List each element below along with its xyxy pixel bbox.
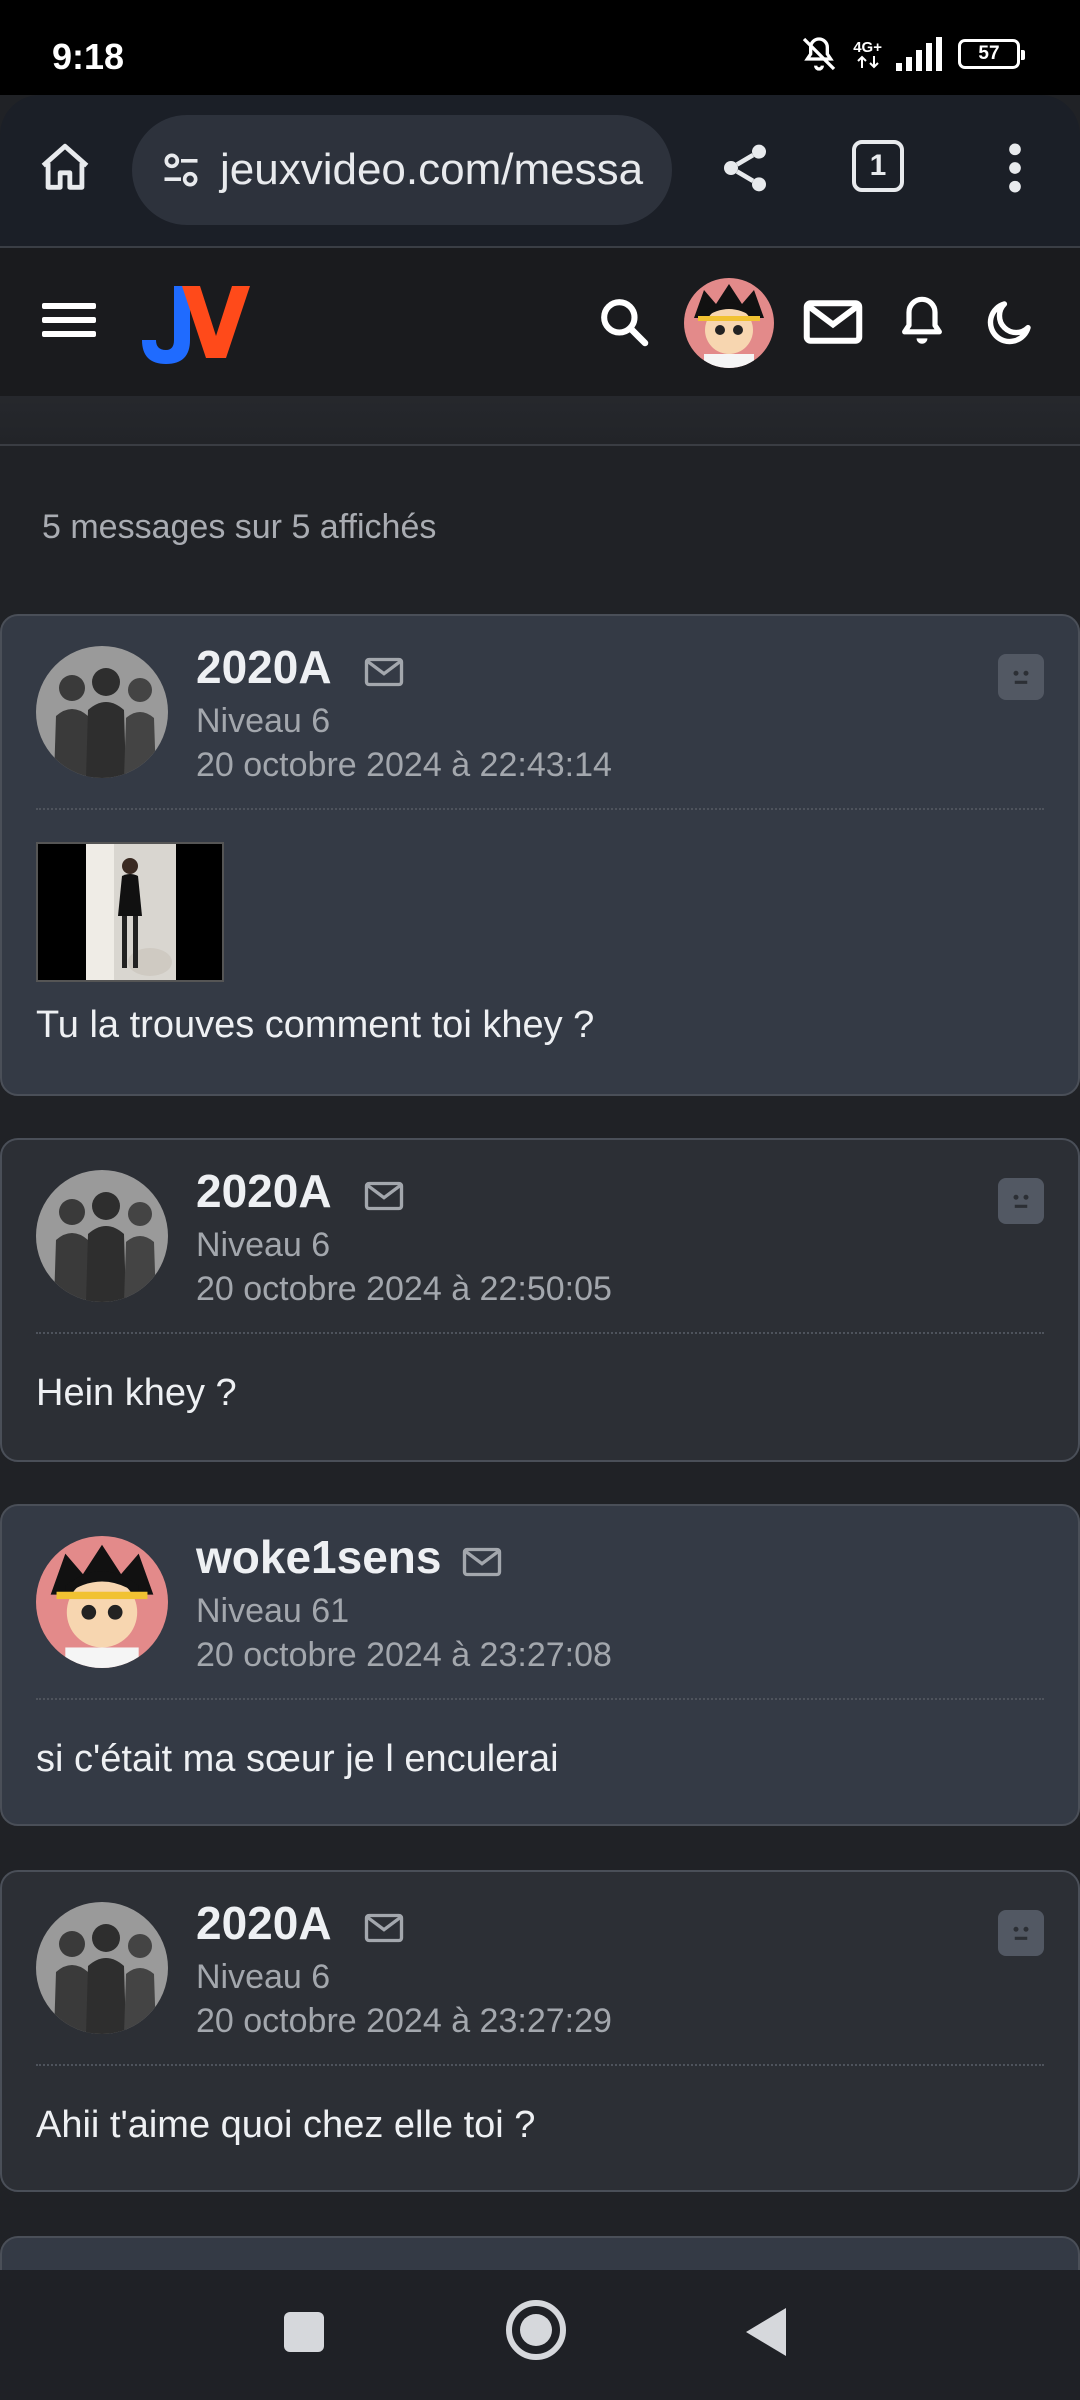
notifications-button[interactable] [890,288,954,354]
forum-post: 2020A Niveau 6 20 octobre 2024 à 22:43:1… [0,614,1080,1096]
network-type: 4G+ [853,38,882,56]
mute-bell-icon [803,37,836,71]
site-settings-icon [164,153,198,187]
photo-image [38,844,222,980]
post-author[interactable]: 2020A [196,1164,332,1218]
more-vert-icon [1009,143,1021,193]
messages-button[interactable] [800,290,866,354]
anime-avatar-image [36,1536,168,1668]
recents-button[interactable] [284,2312,324,2352]
home-nav-button[interactable] [506,2300,566,2360]
jv-logo[interactable] [132,278,252,368]
header-divider [0,396,1080,446]
status-bar: 9:18 4G+ 57 [0,0,1080,95]
mail-icon [803,300,863,344]
report-button[interactable] [998,1910,1044,1956]
system-navigation-bar [0,2270,1080,2400]
dark-mode-toggle[interactable] [978,290,1042,354]
mail-icon[interactable] [462,1546,502,1578]
mail-icon[interactable] [364,656,404,688]
browser-menu-button[interactable] [980,133,1050,203]
search-button[interactable] [592,290,656,354]
url-text: jeuxvideo.com/messa [220,145,644,194]
post-separator [36,808,1044,810]
avatar[interactable] [36,1170,168,1302]
share-icon [724,144,766,192]
address-bar[interactable]: jeuxvideo.com/messa [132,115,672,225]
mail-icon[interactable] [364,1912,404,1944]
post-author[interactable]: woke1sens [196,1530,441,1584]
home-button[interactable] [30,133,100,203]
post-separator [36,1332,1044,1334]
report-icon [1013,1926,1029,1940]
hamburger-menu-button[interactable] [42,298,96,342]
status-icons: 4G+ 57 [799,34,1025,74]
post-date[interactable]: 20 octobre 2024 à 22:50:05 [196,1270,612,1309]
post-author-level: Niveau 61 [196,1592,350,1630]
data-arrows-icon [856,55,879,68]
avatar[interactable] [36,1536,168,1668]
site-header [0,248,1080,396]
battery-level: 57 [978,43,1000,64]
post-author-level: Niveau 6 [196,702,331,740]
post-author-level: Niveau 6 [196,1958,331,1996]
avatar[interactable] [36,1902,168,2034]
silhouettes-avatar-image [36,646,168,778]
post-image-thumbnail[interactable] [36,842,224,982]
signal-icon [896,37,942,71]
bell-icon [902,296,942,344]
post-date[interactable]: 20 octobre 2024 à 22:43:14 [196,746,612,785]
home-icon [41,143,89,190]
report-button[interactable] [998,654,1044,700]
message-count: 5 messages sur 5 affichés [42,508,437,546]
post-date[interactable]: 20 octobre 2024 à 23:27:29 [196,2002,612,2041]
post-author[interactable]: 2020A [196,640,332,694]
post-separator [36,1698,1044,1700]
report-icon [1013,670,1029,684]
anime-avatar-image [684,278,774,368]
hamburger-line [42,303,96,309]
avatar[interactable] [36,646,168,778]
post-author[interactable]: 2020A [196,1896,332,1950]
tab-switcher-button[interactable]: 1 [852,140,904,192]
post-content: Tu la trouves comment toi khey ? [36,1004,595,1046]
hamburger-line [42,331,96,337]
home-nav-dot [520,2314,552,2346]
search-icon [601,299,649,347]
post-author-level: Niveau 6 [196,1226,331,1264]
site-settings-button[interactable] [156,145,206,195]
forum-post: 2020A Niveau 6 20 octobre 2024 à 22:50:0… [0,1138,1080,1462]
mail-icon[interactable] [364,1180,404,1212]
post-date[interactable]: 20 octobre 2024 à 23:27:08 [196,1636,612,1675]
report-icon [1013,1194,1029,1208]
report-button[interactable] [998,1178,1044,1224]
post-content: si c'était ma sœur je l enculerai [36,1738,559,1780]
status-time: 9:18 [52,36,125,77]
post-separator [36,2064,1044,2066]
user-avatar[interactable] [684,278,774,368]
back-button[interactable] [746,2308,786,2356]
silhouettes-avatar-image [36,1902,168,2034]
dark-mode-icon [987,301,1031,345]
forum-post: 2020A Niveau 6 20 octobre 2024 à 23:27:2… [0,1870,1080,2192]
battery-indicator: 57 [958,39,1025,69]
post-content: Ahii t'aime quoi chez elle toi ? [36,2104,536,2146]
forum-post: woke1sens Niveau 61 20 octobre 2024 à 23… [0,1504,1080,1826]
share-button[interactable] [710,133,780,203]
post-content: Hein khey ? [36,1372,237,1414]
silhouettes-avatar-image [36,1170,168,1302]
browser-toolbar: jeuxvideo.com/messa 1 [0,95,1080,248]
hamburger-line [42,317,96,323]
